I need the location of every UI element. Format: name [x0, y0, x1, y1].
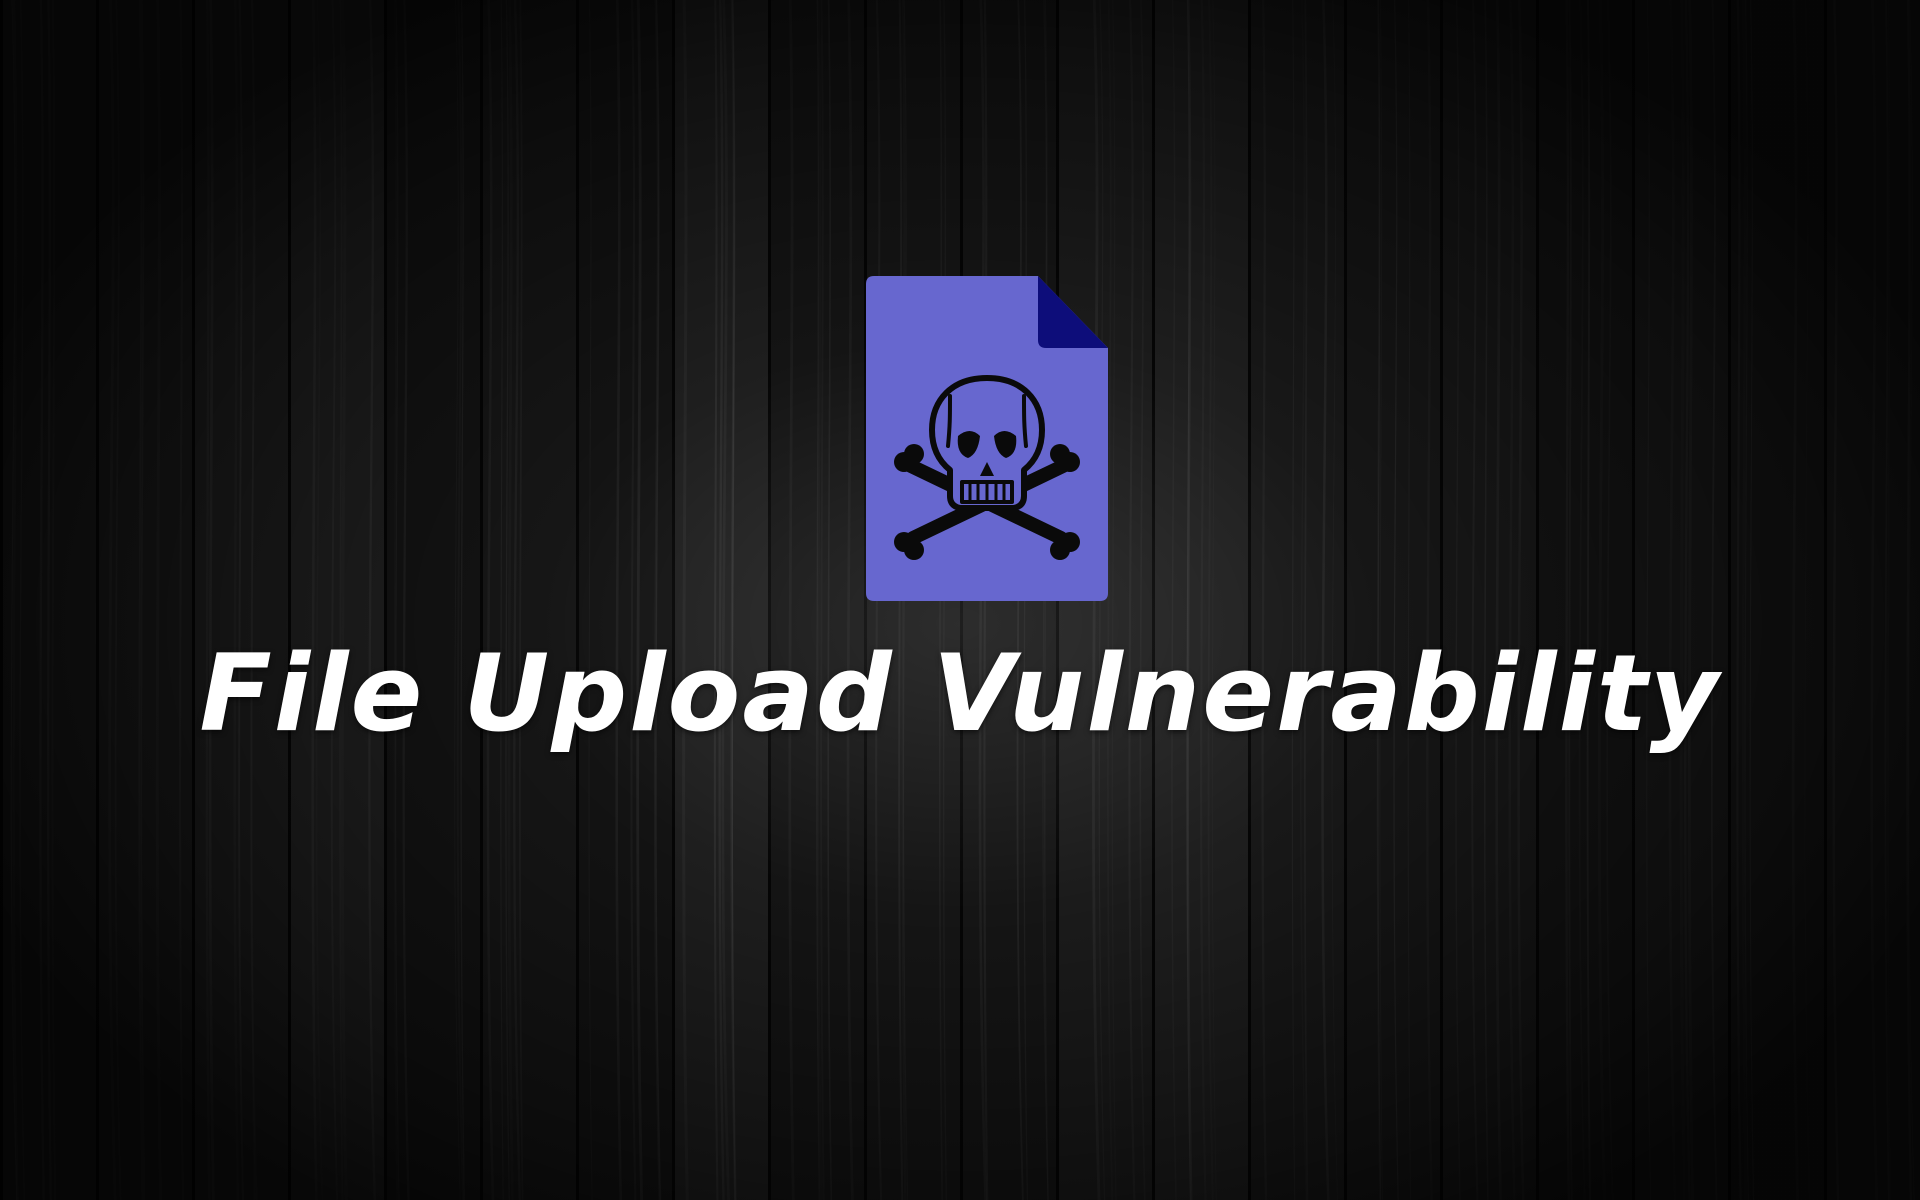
malicious-file-skull-icon: [866, 276, 1108, 601]
page-title: File Upload Vulnerability: [199, 632, 1721, 755]
plank-seam: [768, 0, 771, 1200]
plank-seam: [1440, 0, 1443, 1200]
plank-seam: [1728, 0, 1731, 1200]
plank-seam: [1824, 0, 1827, 1200]
wood-plank: [1536, 0, 1632, 1200]
plank-seam: [288, 0, 291, 1200]
plank-seam: [1632, 0, 1635, 1200]
plank-seam: [576, 0, 579, 1200]
plank-seam: [672, 0, 675, 1200]
file-folded-corner: [1038, 276, 1108, 348]
wood-plank: [384, 0, 480, 1200]
slide: File Upload Vulnerability: [0, 0, 1920, 1200]
plank-seam: [0, 0, 3, 1200]
plank-seam: [1344, 0, 1347, 1200]
plank-seam: [192, 0, 195, 1200]
wood-plank: [1152, 0, 1248, 1200]
wood-plank: [1344, 0, 1440, 1200]
plank-seam: [1536, 0, 1539, 1200]
plank-seam: [96, 0, 99, 1200]
plank-seam: [480, 0, 483, 1200]
plank-seam: [1248, 0, 1251, 1200]
plank-seam: [384, 0, 387, 1200]
plank-seam: [1152, 0, 1155, 1200]
wood-plank: [480, 0, 576, 1200]
